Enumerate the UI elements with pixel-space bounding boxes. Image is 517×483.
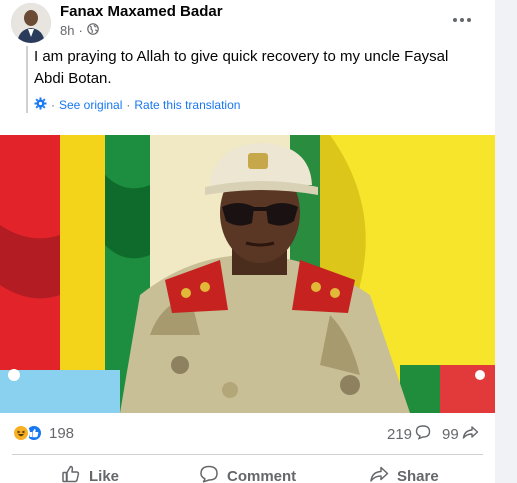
like-button[interactable]: Like <box>61 464 119 483</box>
separator-dot: · <box>51 98 55 112</box>
comment-label: Comment <box>227 467 297 483</box>
separator-dot: · <box>126 98 131 112</box>
comments-count: 219 <box>387 425 413 443</box>
shares-count: 99 <box>442 425 459 443</box>
share-icon <box>369 464 389 483</box>
post-time[interactable]: 8h <box>60 23 74 38</box>
separator-dot: · <box>78 23 83 38</box>
reactions-count: 198 <box>49 424 75 442</box>
author-avatar[interactable] <box>11 3 51 43</box>
reactions-summary[interactable]: 198 <box>12 424 74 442</box>
thumbs-up-icon <box>61 464 81 483</box>
post-meta: 8h · <box>60 23 99 38</box>
more-dot <box>467 18 471 22</box>
share-arrow-icon <box>462 424 479 444</box>
post-photo[interactable] <box>0 135 495 413</box>
see-original-link[interactable]: See original <box>59 98 122 112</box>
more-dot <box>453 18 457 22</box>
shares-count-link[interactable]: 99 <box>442 424 479 444</box>
share-button[interactable]: Share <box>369 464 439 483</box>
translated-post: I am praying to Allah to give quick reco… <box>26 46 476 113</box>
divider <box>12 454 483 455</box>
more-dot <box>460 18 464 22</box>
comment-icon <box>199 464 219 483</box>
comment-bubble-icon <box>415 424 431 444</box>
author-name[interactable]: Fanax Maxamed Badar <box>60 3 223 20</box>
comment-button[interactable]: Comment <box>199 464 296 483</box>
post-text: I am praying to Allah to give quick reco… <box>34 48 449 87</box>
translation-links: · See original · Rate this translation <box>34 97 476 113</box>
translate-gear-icon <box>34 97 47 113</box>
haha-icon <box>12 424 30 442</box>
more-options-button[interactable] <box>452 10 472 30</box>
comments-count-link[interactable]: 219 <box>387 424 431 444</box>
post-card: Fanax Maxamed Badar 8h · I am praying to… <box>0 0 495 483</box>
rate-translation-link[interactable]: Rate this translation <box>134 98 240 112</box>
globe-icon <box>87 23 99 38</box>
like-label: Like <box>89 467 120 483</box>
share-label: Share <box>397 467 439 483</box>
